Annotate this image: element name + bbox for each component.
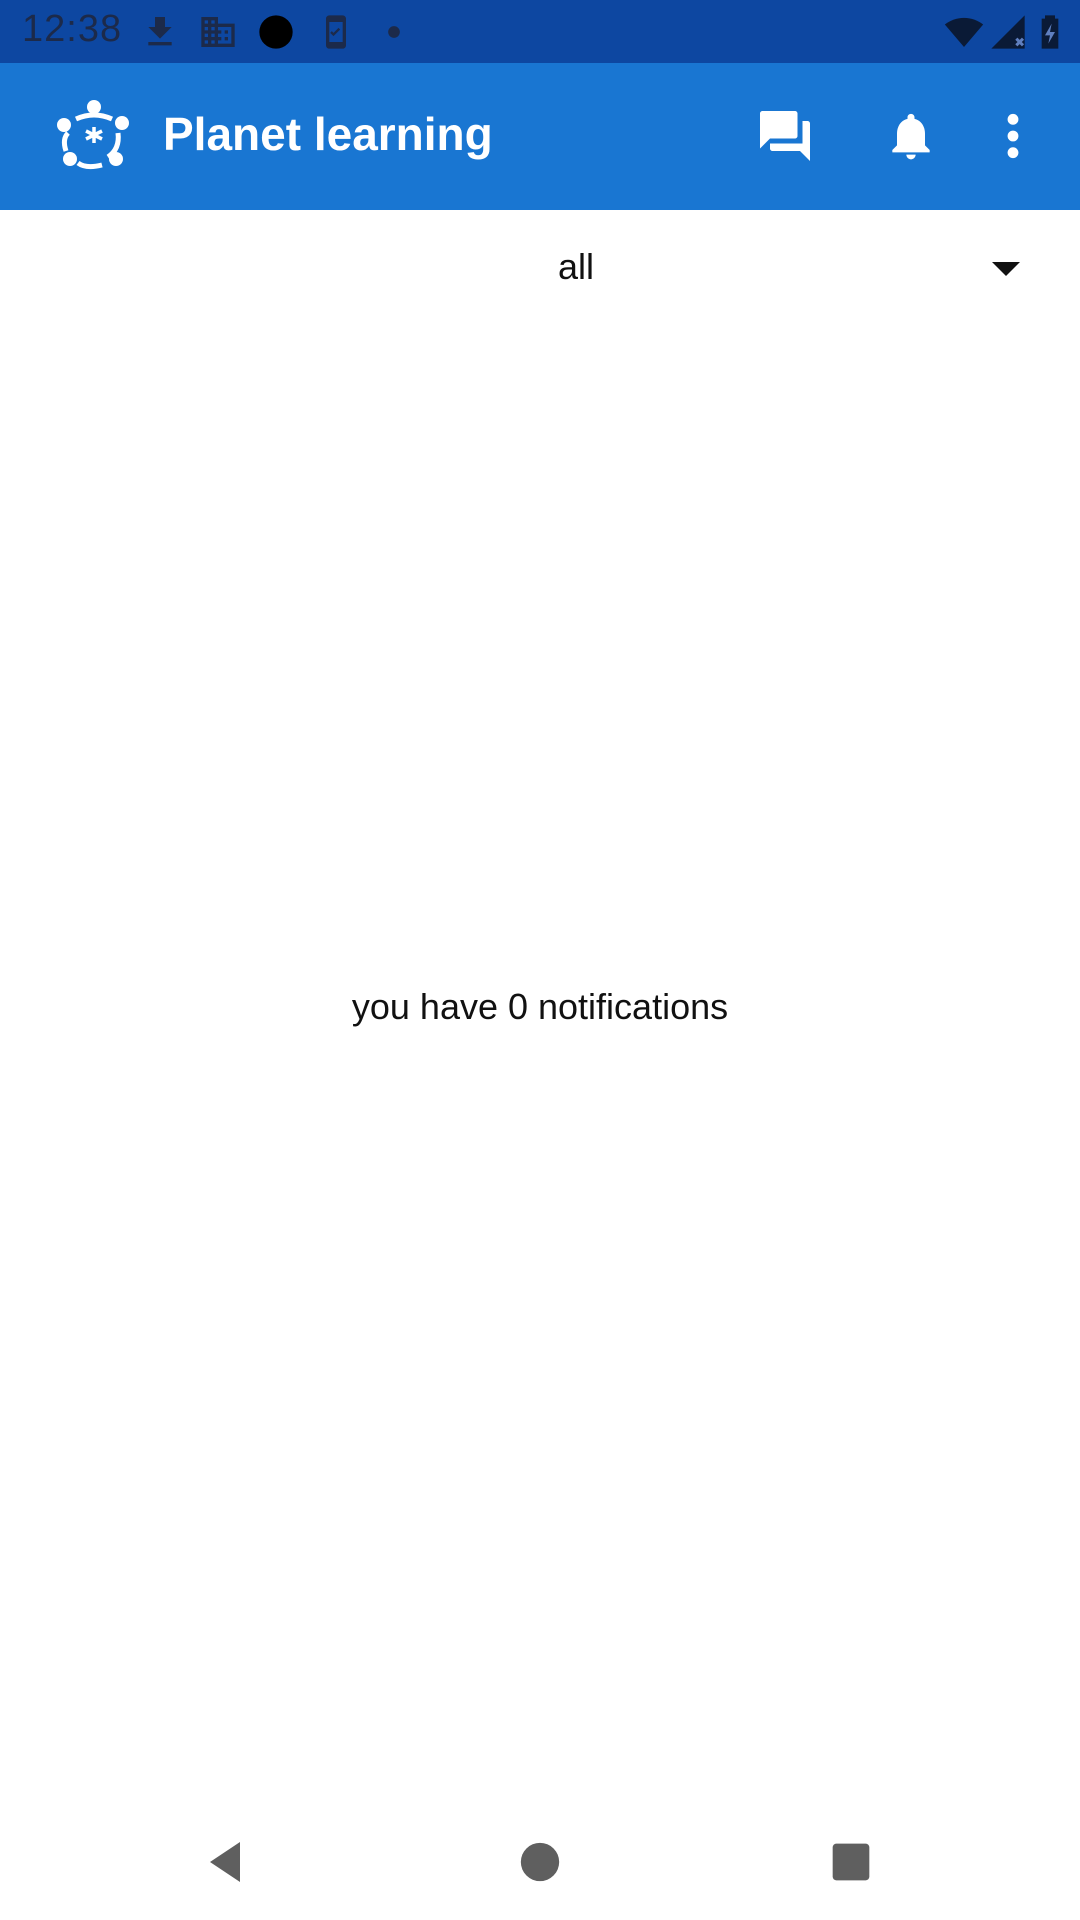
building-icon [201, 17, 235, 47]
phone-check-icon [326, 15, 346, 49]
home-icon [520, 1842, 560, 1882]
system-nav-bar [0, 1800, 1080, 1920]
notification-filter-dropdown[interactable]: all [0, 210, 1080, 330]
nav-back-button[interactable] [194, 1830, 258, 1894]
chat-button[interactable] [752, 103, 818, 169]
planet-logo-icon [57, 100, 129, 170]
bell-icon [892, 113, 930, 160]
notifications-screen: 12:38 Planet learning all you have 0 not… [0, 0, 1080, 1920]
recents-icon [832, 1843, 870, 1881]
battery-charging-icon [1041, 15, 1059, 49]
signal-icon [991, 15, 1025, 49]
nav-home-button[interactable] [508, 1830, 572, 1894]
filter-selected-value: all [558, 246, 595, 287]
more-vert-icon [1007, 113, 1019, 159]
dot-icon [388, 26, 400, 38]
download-icon [148, 17, 172, 46]
app-title: Planet learning [163, 108, 493, 160]
back-icon [210, 1842, 240, 1882]
dropdown-arrow-icon [992, 262, 1020, 276]
status-bar: 12:38 [0, 0, 1080, 63]
empty-notifications-message: you have 0 notifications [351, 986, 729, 1027]
app-bar: Planet learning [0, 63, 1080, 210]
nav-recents-button[interactable] [819, 1830, 883, 1894]
status-time: 12:38 [22, 8, 123, 50]
notifications-button[interactable] [878, 103, 944, 169]
chat-icon [760, 111, 810, 161]
wifi-icon [944, 17, 984, 47]
more-options-button[interactable] [988, 103, 1038, 169]
circle-icon [259, 15, 293, 49]
